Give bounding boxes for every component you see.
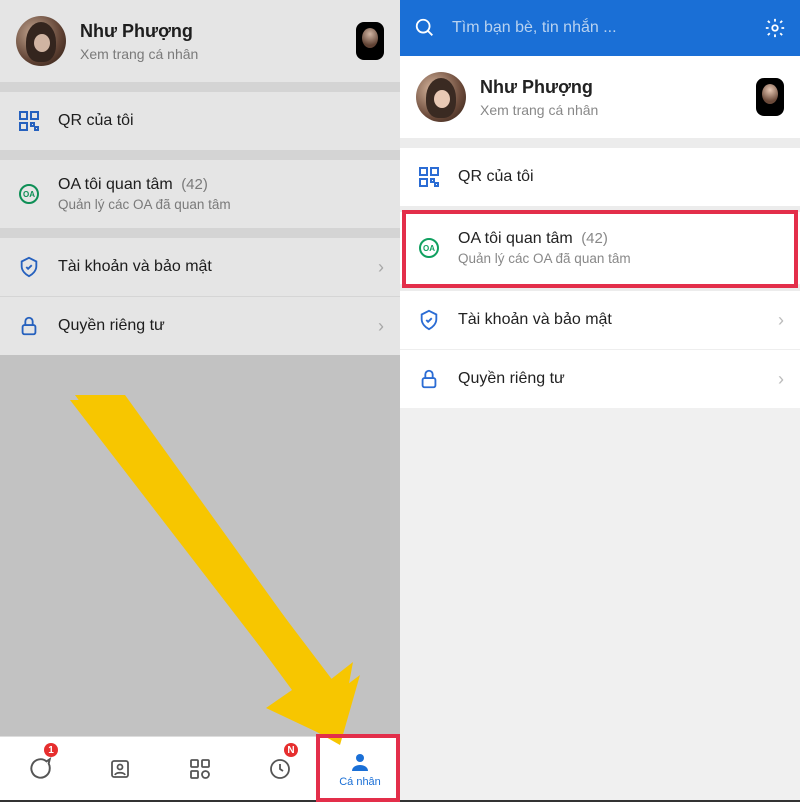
lock-icon xyxy=(16,313,42,339)
avatar xyxy=(416,72,466,122)
chevron-right-icon: › xyxy=(378,257,384,278)
menu-label: Tài khoản và bảo mật xyxy=(58,258,212,275)
nav-tab-profile[interactable]: Cá nhân xyxy=(320,737,400,800)
shield-icon xyxy=(416,307,442,333)
chevron-right-icon: › xyxy=(778,369,784,390)
section-divider xyxy=(0,150,400,160)
lock-icon xyxy=(416,366,442,392)
menu-count: (42) xyxy=(181,176,208,193)
screen-right-oa-highlighted: Tìm bạn bè, tin nhắn ... Như Phượng Xem … xyxy=(400,0,800,800)
menu-count: (42) xyxy=(581,230,608,247)
menu-label: Tài khoản và bảo mật xyxy=(458,311,612,328)
menu-item-security[interactable]: Tài khoản và bảo mật › xyxy=(0,238,400,297)
bottom-nav: 1 N Cá nhân xyxy=(0,736,400,800)
nav-tab-discover[interactable] xyxy=(160,737,240,800)
settings-gear-icon[interactable] xyxy=(764,17,786,39)
menu-sublabel: Quản lý các OA đã quan tâm xyxy=(58,197,384,212)
qr-icon xyxy=(416,164,442,190)
profile-name: Như Phượng xyxy=(480,77,742,98)
menu-label: OA tôi quan tâm xyxy=(58,176,173,193)
menu-sublabel: Quản lý các OA đã quan tâm xyxy=(458,251,784,266)
menu-label: Quyền riêng tư xyxy=(458,370,565,387)
chevron-right-icon: › xyxy=(378,316,384,337)
section-divider xyxy=(0,228,400,238)
qr-icon xyxy=(16,108,42,134)
menu-item-qr[interactable]: QR của tôi xyxy=(400,148,800,206)
avatar xyxy=(16,16,66,66)
profile-header[interactable]: Như Phượng Xem trang cá nhân xyxy=(400,56,800,138)
shield-icon xyxy=(16,254,42,280)
menu-item-qr[interactable]: QR của tôi xyxy=(0,92,400,150)
menu-item-privacy[interactable]: Quyền riêng tư › xyxy=(0,297,400,355)
section-divider xyxy=(0,82,400,92)
menu-label: QR của tôi xyxy=(458,168,534,185)
menu-label: QR của tôi xyxy=(58,112,134,129)
profile-subtitle: Xem trang cá nhân xyxy=(480,102,742,118)
top-search-bar: Tìm bạn bè, tin nhắn ... xyxy=(400,0,800,56)
nav-tab-messages[interactable]: 1 xyxy=(0,737,80,800)
chevron-right-icon: › xyxy=(778,310,784,331)
menu-label: Quyền riêng tư xyxy=(58,317,165,334)
profile-name: Như Phượng xyxy=(80,21,342,42)
oa-icon: OA xyxy=(16,181,42,207)
badge-count: 1 xyxy=(44,743,58,757)
menu-item-security[interactable]: Tài khoản và bảo mật › xyxy=(400,291,800,350)
qr-avatar-thumbnail[interactable] xyxy=(356,22,384,60)
section-divider xyxy=(400,138,800,148)
nav-tab-timeline[interactable]: N xyxy=(240,737,320,800)
annotation-arrow xyxy=(40,390,360,750)
badge-new: N xyxy=(284,743,298,757)
qr-avatar-thumbnail[interactable] xyxy=(756,78,784,116)
svg-text:OA: OA xyxy=(423,244,435,253)
menu-item-oa[interactable]: OA OA tôi quan tâm (42) Quản lý các OA đ… xyxy=(0,160,400,228)
svg-text:OA: OA xyxy=(23,190,35,199)
oa-icon: OA xyxy=(416,235,442,261)
search-icon[interactable] xyxy=(414,17,436,39)
profile-subtitle: Xem trang cá nhân xyxy=(80,46,342,62)
nav-label: Cá nhân xyxy=(339,776,381,788)
nav-tab-contacts[interactable] xyxy=(80,737,160,800)
menu-item-privacy[interactable]: Quyền riêng tư › xyxy=(400,350,800,408)
menu-label: OA tôi quan tâm xyxy=(458,230,573,247)
search-input[interactable]: Tìm bạn bè, tin nhắn ... xyxy=(452,19,764,37)
profile-header[interactable]: Như Phượng Xem trang cá nhân xyxy=(0,0,400,82)
menu-item-oa[interactable]: OA OA tôi quan tâm (42) Quản lý các OA đ… xyxy=(400,212,800,285)
screen-left-profile-tab: Như Phượng Xem trang cá nhân QR của tôi xyxy=(0,0,400,800)
